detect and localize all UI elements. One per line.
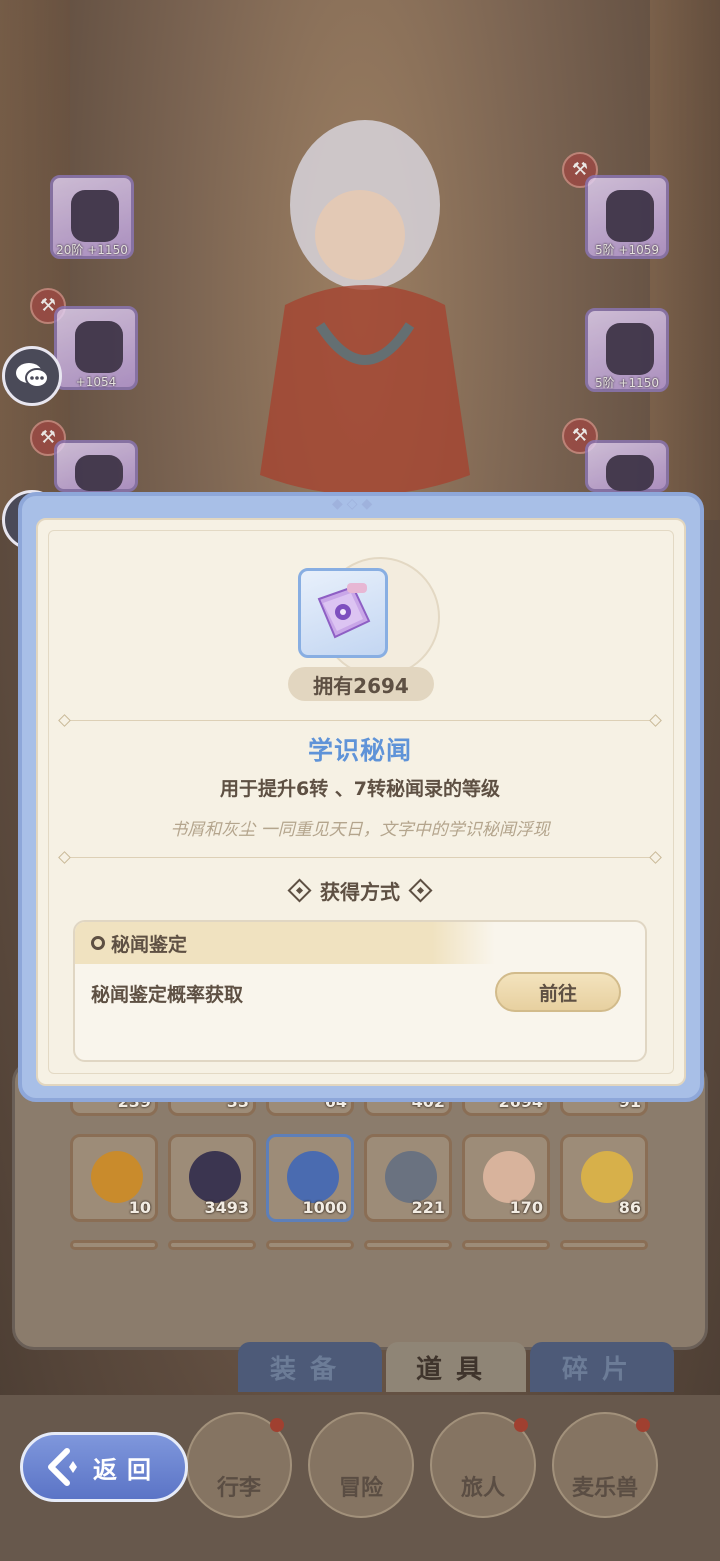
equip-slot-left-1[interactable]: 20阶 +1150 xyxy=(50,175,134,259)
inventory-row: 10 3493 1000 221 170 86 xyxy=(70,1134,648,1222)
equip-slot-right-2[interactable]: 5阶 +1150 xyxy=(585,308,669,392)
item-art-icon xyxy=(91,1151,143,1203)
inventory-cell[interactable]: 1000 xyxy=(266,1134,354,1222)
item-art-icon xyxy=(287,1151,339,1203)
notification-dot xyxy=(636,1418,650,1432)
notification-dot xyxy=(514,1418,528,1432)
equip-slot-right-3[interactable] xyxy=(585,440,669,492)
owned-count-badge: 拥有2694 xyxy=(288,667,434,701)
source-detail: 秘闻鉴定概率获取 xyxy=(91,984,244,1006)
back-button[interactable]: 返回 xyxy=(20,1432,188,1502)
item-art-icon xyxy=(483,1151,535,1203)
diamond-icon xyxy=(408,878,433,903)
nav-traveler[interactable]: 旅人 xyxy=(430,1412,536,1518)
diamond-icon xyxy=(287,878,312,903)
item-art-icon xyxy=(581,1151,633,1203)
obtain-source-card: 秘闻鉴定 秘闻鉴定概率获取 前往 xyxy=(73,920,647,1062)
nav-luggage[interactable]: 行李 xyxy=(186,1412,292,1518)
divider xyxy=(64,720,656,721)
item-art-icon xyxy=(385,1151,437,1203)
item-flavor-text: 书屑和灰尘 一同重见天日，文字中的学识秘闻浮现 xyxy=(170,820,550,840)
inventory-cell[interactable]: 86 xyxy=(560,1134,648,1222)
chat-button[interactable] xyxy=(2,346,62,406)
scroll-icon xyxy=(317,583,371,639)
equip-slot-left-2[interactable]: +1054 xyxy=(54,306,138,390)
notification-dot xyxy=(270,1418,284,1432)
nav-pet[interactable]: 麦乐兽 xyxy=(552,1412,658,1518)
chat-icon xyxy=(16,363,49,388)
tab-equipment[interactable]: 装备 xyxy=(238,1342,382,1392)
character-portrait xyxy=(260,120,470,495)
back-arrow-icon xyxy=(48,1448,77,1486)
go-button[interactable]: 前往 xyxy=(495,972,621,1012)
obtain-section-heading: 获得方式 xyxy=(0,876,720,905)
tab-fragments[interactable]: 碎片 xyxy=(530,1342,674,1392)
inventory-cell[interactable]: 10 xyxy=(70,1134,158,1222)
source-header: 秘闻鉴定 xyxy=(75,922,495,964)
equip-slot-right-1[interactable]: 5阶 +1059 xyxy=(585,175,669,259)
back-label: 返回 xyxy=(93,1455,161,1484)
item-title: 学识秘闻 xyxy=(307,736,412,765)
item-icon xyxy=(298,568,388,658)
inventory-cell[interactable]: 3493 xyxy=(168,1134,256,1222)
inventory-row-partial xyxy=(70,1240,648,1250)
ornament-icon: ◆◇◆ xyxy=(332,496,377,512)
item-art-icon xyxy=(189,1151,241,1203)
tab-items[interactable]: 道具 xyxy=(386,1342,526,1392)
item-description: 用于提升6转 、7转秘闻录的等级 xyxy=(219,778,501,800)
nav-adventure[interactable]: 冒险 xyxy=(308,1412,414,1518)
magnifier-icon xyxy=(91,936,105,950)
inventory-cell[interactable]: 170 xyxy=(462,1134,550,1222)
divider xyxy=(64,857,656,858)
inventory-cell[interactable]: 221 xyxy=(364,1134,452,1222)
equip-slot-left-3[interactable] xyxy=(54,440,138,492)
